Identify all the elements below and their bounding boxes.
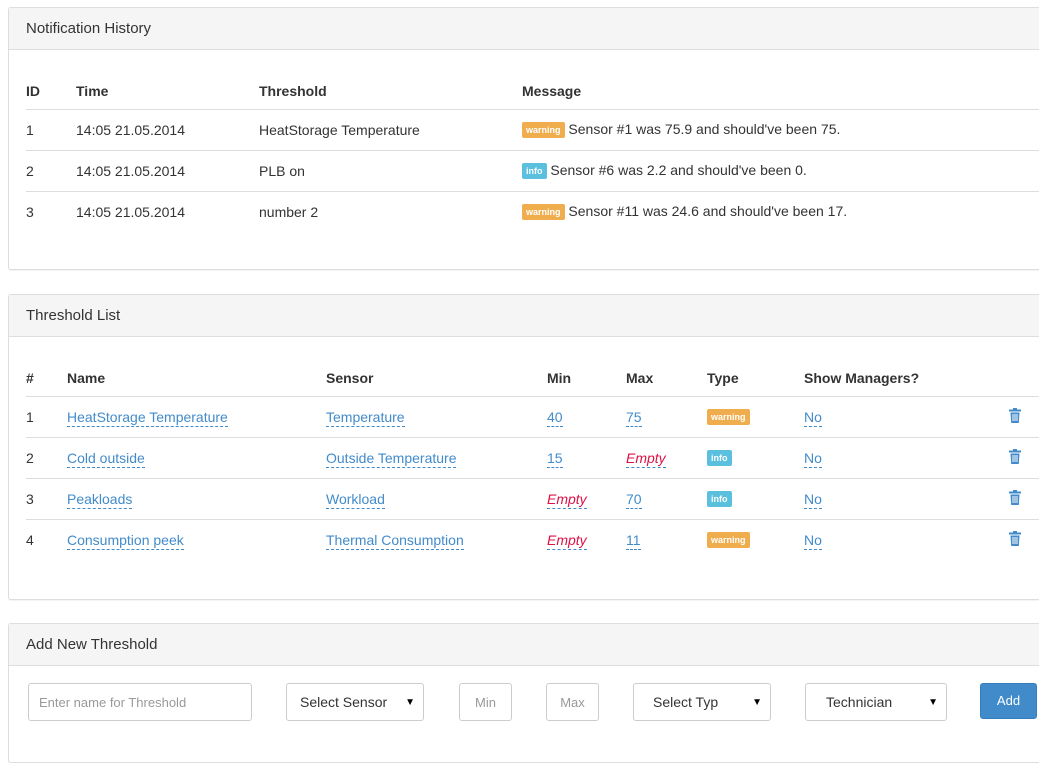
editable-sensor[interactable]: Outside Temperature (326, 449, 457, 468)
cell-message: warning Sensor #11 was 24.6 and should'v… (522, 190, 1039, 232)
cell-id: 2 (26, 149, 76, 191)
threshold-list-panel: Threshold List # Name Sensor Min Max Typ… (8, 294, 1039, 600)
level-badge: warning (522, 204, 565, 221)
cell-threshold: number 2 (259, 190, 522, 232)
table-row: 2 Cold outside Outside Temperature 15 Empty i… (26, 436, 1039, 478)
threshold-name-input[interactable] (28, 683, 252, 721)
editable-sensor[interactable]: Workload (326, 490, 385, 509)
add-threshold-panel: Add New Threshold Select Sensor ▼ Select… (8, 623, 1039, 763)
type-select[interactable]: Select Typ ▼ (633, 683, 771, 721)
type-badge[interactable]: info (707, 491, 732, 508)
editable-name[interactable]: HeatStorage Temperature (67, 408, 228, 427)
column-header-name: Name (67, 361, 326, 397)
message-text: Sensor #11 was 24.6 and should've been 1… (568, 203, 848, 220)
type-badge[interactable]: warning (707, 532, 750, 549)
table-row: 1 HeatStorage Temperature Temperature 40 75 w… (26, 395, 1039, 437)
cell-threshold: PLB on (259, 149, 522, 191)
editable-min[interactable]: Empty (547, 490, 587, 509)
cell-id: 1 (26, 108, 76, 150)
panel-title: Threshold List (9, 295, 1039, 337)
trash-icon[interactable] (1009, 489, 1021, 505)
add-button[interactable]: Add (980, 683, 1037, 719)
panel-title: Notification History (9, 8, 1039, 50)
cell-threshold: HeatStorage Temperature (259, 108, 522, 150)
level-badge: warning (522, 122, 565, 139)
column-header-actions (994, 361, 1039, 397)
type-badge[interactable]: info (707, 450, 732, 467)
notification-table: ID Time Threshold Message 1 14:05 21.05.2… (26, 74, 1039, 232)
sensor-select-value: Select Sensor (300, 694, 388, 710)
column-header-message: Message (522, 74, 1039, 110)
column-header-max: Max (626, 361, 707, 397)
cell-id: 3 (26, 190, 76, 232)
message-text: Sensor #1 was 75.9 and should've been 75… (568, 120, 841, 137)
trash-icon[interactable] (1009, 530, 1021, 546)
notification-history-panel: Notification History ID Time Threshold M… (8, 7, 1039, 270)
sensor-select[interactable]: Select Sensor ▼ (286, 683, 424, 721)
column-header-type: Type (707, 361, 804, 397)
column-header-threshold: Threshold (259, 74, 522, 110)
column-header-time: Time (76, 74, 259, 110)
trash-icon[interactable] (1009, 448, 1021, 464)
cell-num: 1 (26, 395, 67, 437)
min-input[interactable] (459, 683, 512, 721)
type-select-value: Select Typ (653, 694, 719, 710)
editable-min[interactable]: 15 (547, 449, 563, 468)
role-select[interactable]: Technician ▼ (805, 683, 947, 721)
editable-show-managers[interactable]: No (804, 449, 822, 468)
column-header-id: ID (26, 74, 76, 110)
cell-time: 14:05 21.05.2014 (76, 190, 259, 232)
panel-title: Add New Threshold (9, 624, 1039, 666)
editable-max[interactable]: 11 (626, 531, 641, 550)
cell-num: 3 (26, 477, 67, 519)
cell-num: 4 (26, 518, 67, 560)
max-input[interactable] (546, 683, 599, 721)
cell-time: 14:05 21.05.2014 (76, 149, 259, 191)
cell-message: warning Sensor #1 was 75.9 and should've… (522, 108, 1039, 150)
trash-icon[interactable] (1009, 407, 1021, 423)
editable-min[interactable]: Empty (547, 531, 587, 550)
column-header-show-managers: Show Managers? (804, 361, 994, 397)
editable-max[interactable]: 75 (626, 408, 642, 427)
editable-max[interactable]: Empty (626, 449, 666, 468)
editable-max[interactable]: 70 (626, 490, 642, 509)
table-row: 4 Consumption peek Thermal Consumption Empt… (26, 518, 1039, 560)
table-row: 2 14:05 21.05.2014 PLB on info Sensor #6 wa… (26, 149, 1039, 191)
editable-name[interactable]: Cold outside (67, 449, 145, 468)
editable-show-managers[interactable]: No (804, 408, 822, 427)
threshold-table: # Name Sensor Min Max Type Show Managers… (26, 361, 1039, 560)
cell-message: info Sensor #6 was 2.2 and should've bee… (522, 149, 1039, 191)
table-row: 1 14:05 21.05.2014 HeatStorage Temperature… (26, 108, 1039, 150)
editable-sensor[interactable]: Temperature (326, 408, 405, 427)
column-header-min: Min (547, 361, 626, 397)
editable-show-managers[interactable]: No (804, 531, 822, 550)
editable-min[interactable]: 40 (547, 408, 563, 427)
level-badge: info (522, 163, 547, 180)
column-header-sensor: Sensor (326, 361, 547, 397)
caret-down-icon: ▼ (405, 696, 415, 708)
column-header-num: # (26, 361, 67, 397)
type-badge[interactable]: warning (707, 409, 750, 426)
editable-name[interactable]: Peakloads (67, 490, 133, 509)
editable-name[interactable]: Consumption peek (67, 531, 184, 550)
table-row: 3 Peakloads Workload Empty 70 info No (26, 477, 1039, 519)
caret-down-icon: ▼ (928, 696, 938, 708)
message-text: Sensor #6 was 2.2 and should've been 0. (550, 161, 807, 178)
editable-show-managers[interactable]: No (804, 490, 822, 509)
caret-down-icon: ▼ (752, 696, 762, 708)
role-select-value: Technician (826, 694, 893, 710)
table-row: 3 14:05 21.05.2014 number 2 warning Sensor … (26, 190, 1039, 232)
cell-time: 14:05 21.05.2014 (76, 108, 259, 150)
cell-num: 2 (26, 436, 67, 478)
editable-sensor[interactable]: Thermal Consumption (326, 531, 464, 550)
